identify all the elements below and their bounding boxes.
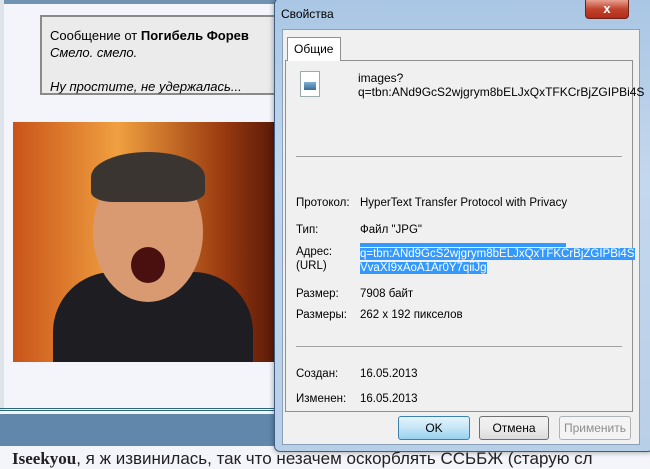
file-name: images? q=tbn:ANd9GcS2wjgrym8bELJxQxTFKC… (358, 71, 644, 99)
quote-line-2: Ну простите, не удержалась... (50, 79, 242, 94)
address-line-1[interactable]: q=tbn:ANd9GcS2wjgrym8bELJxQxTFKCrBjZGIPB… (360, 248, 635, 260)
address-value[interactable]: q=tbn:ANd9GcS2wjgrym8bELJxQxTFKCrBjZGIPB… (360, 243, 635, 275)
modified-value: 16.05.2013 (360, 393, 418, 405)
page-left-border (0, 0, 4, 410)
dimensions-value: 262 x 192 пикселов (360, 309, 463, 321)
protocol-label: Протокол: (296, 197, 350, 209)
tab-general[interactable]: Общие (287, 37, 341, 61)
cancel-button[interactable]: Отмена (479, 416, 549, 440)
address-label: Адрес: (URL) (296, 245, 332, 273)
size-value: 7908 байт (360, 288, 414, 300)
close-button[interactable]: x (585, 0, 629, 19)
dialog-body: Общие images? q=tbn:ANd9GcS2wjgrym8bELJx… (282, 29, 644, 445)
address-line-2[interactable]: VvaXI9xAoA1Ar0Y7qiiJg (360, 262, 487, 274)
protocol-value: HyperText Transfer Protocol with Privacy (360, 197, 568, 209)
quote-box: Сообщение от Погибель Форев Смело. смело… (40, 15, 300, 95)
ok-button[interactable]: OK (398, 416, 470, 440)
type-label: Тип: (296, 224, 319, 236)
file-name-line-2: q=tbn:ANd9GcS2wjgrym8bELJxQxTFKCrBjZGIPB… (358, 85, 645, 99)
image-hair (91, 152, 205, 202)
properties-dialog: Свойства x Общие images? q=tbn:ANd9GcS2w… (274, 0, 650, 452)
next-post-username[interactable]: Iseekyou (12, 449, 76, 468)
modified-label: Изменен: (296, 393, 347, 405)
divider (296, 346, 622, 347)
dimensions-label: Размеры: (296, 309, 347, 321)
created-value: 16.05.2013 (360, 368, 418, 380)
next-post-text: Iseekyou, я ж извинилась, так что незаче… (12, 449, 593, 469)
address-label-1: Адрес: (296, 246, 333, 258)
tab-panel-general: images? q=tbn:ANd9GcS2wjgrym8bELJxQxTFKC… (285, 60, 644, 412)
dialog-title: Свойства (281, 7, 334, 21)
created-label: Создан: (296, 368, 339, 380)
divider (296, 156, 622, 157)
quote-prefix: Сообщение от (50, 28, 138, 43)
post-image (13, 122, 275, 362)
image-mouth (131, 247, 165, 283)
address-label-2: (URL) (296, 260, 327, 272)
apply-button[interactable]: Применить (559, 416, 631, 440)
quote-line-1: Смело. смело. (50, 45, 138, 60)
type-value: Файл "JPG" (360, 224, 422, 236)
quote-author[interactable]: Погибель Форев (141, 28, 249, 43)
size-label: Размер: (296, 288, 339, 300)
file-name-line-1: images? (358, 71, 404, 85)
image-file-icon (300, 71, 320, 97)
